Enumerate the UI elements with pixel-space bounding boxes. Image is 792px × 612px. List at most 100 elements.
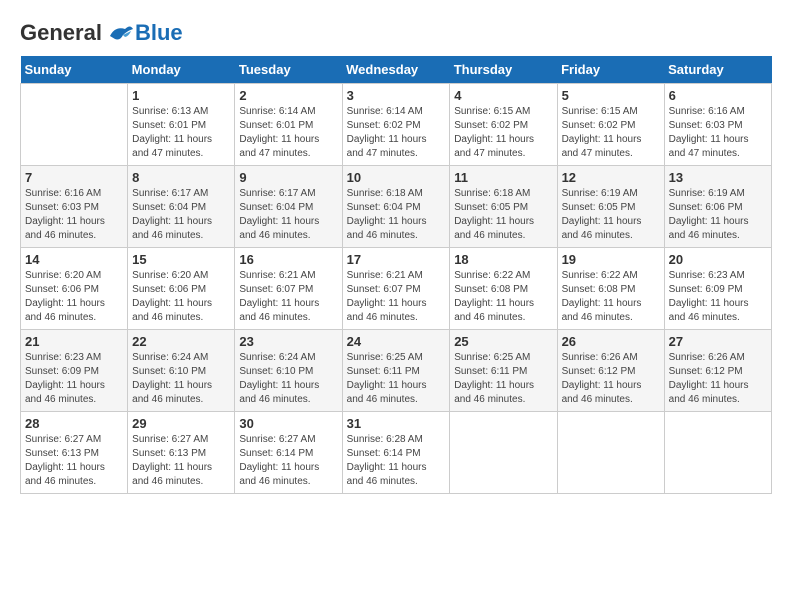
calendar-cell: 8Sunrise: 6:17 AM Sunset: 6:04 PM Daylig… <box>128 166 235 248</box>
day-info: Sunrise: 6:23 AM Sunset: 6:09 PM Dayligh… <box>25 351 123 407</box>
logo-bird-icon <box>105 21 135 46</box>
calendar-week-row: 1Sunrise: 6:13 AM Sunset: 6:01 PM Daylig… <box>21 84 772 166</box>
day-info: Sunrise: 6:17 AM Sunset: 6:04 PM Dayligh… <box>239 187 337 243</box>
day-number: 4 <box>454 88 552 103</box>
calendar-cell: 21 Sunrise: 6:23 AM Sunset: 6:09 PM Dayli… <box>21 330 128 412</box>
day-number: 10 <box>347 170 446 185</box>
calendar-cell: 19Sunrise: 6:22 AM Sunset: 6:08 PM Dayli… <box>557 248 664 330</box>
day-number: 17 <box>347 252 446 267</box>
day-number: 25 <box>454 334 552 349</box>
calendar-cell: 18 Sunrise: 6:22 AM Sunset: 6:08 PM Dayli… <box>450 248 557 330</box>
day-info: Sunrise: 6:25 AM Sunset: 6:11 PM Dayligh… <box>454 351 552 407</box>
calendar-cell: 17 Sunrise: 6:21 AM Sunset: 6:07 PM Dayli… <box>342 248 450 330</box>
calendar-cell: 22 Sunrise: 6:24 AM Sunset: 6:10 PM Dayli… <box>128 330 235 412</box>
calendar-cell: 27 Sunrise: 6:26 AM Sunset: 6:12 PM Dayli… <box>664 330 771 412</box>
day-number: 2 <box>239 88 337 103</box>
calendar-day-header: Monday <box>128 56 235 84</box>
day-number: 11 <box>454 170 552 185</box>
calendar-table: SundayMondayTuesdayWednesdayThursdayFrid… <box>20 56 772 494</box>
day-info: Sunrise: 6:27 AM Sunset: 6:13 PM Dayligh… <box>132 433 230 489</box>
calendar-day-header: Wednesday <box>342 56 450 84</box>
day-info: Sunrise: 6:25 AM Sunset: 6:11 PM Dayligh… <box>347 351 446 407</box>
day-info: Sunrise: 6:17 AM Sunset: 6:04 PM Dayligh… <box>132 187 230 243</box>
day-number: 29 <box>132 416 230 431</box>
calendar-day-header: Friday <box>557 56 664 84</box>
calendar-cell: 9 Sunrise: 6:17 AM Sunset: 6:04 PM Daylig… <box>235 166 342 248</box>
calendar-week-row: 28 Sunrise: 6:27 AM Sunset: 6:13 PM Dayli… <box>21 412 772 494</box>
calendar-cell: 16 Sunrise: 6:21 AM Sunset: 6:07 PM Dayli… <box>235 248 342 330</box>
day-info: Sunrise: 6:27 AM Sunset: 6:13 PM Dayligh… <box>25 433 123 489</box>
day-number: 18 <box>454 252 552 267</box>
day-number: 14 <box>25 252 123 267</box>
day-number: 13 <box>669 170 767 185</box>
calendar-cell <box>557 412 664 494</box>
day-info: Sunrise: 6:22 AM Sunset: 6:08 PM Dayligh… <box>562 269 660 325</box>
day-number: 5 <box>562 88 660 103</box>
calendar-cell: 1Sunrise: 6:13 AM Sunset: 6:01 PM Daylig… <box>128 84 235 166</box>
logo-general-text: General <box>20 20 102 46</box>
calendar-cell: 25 Sunrise: 6:25 AM Sunset: 6:11 PM Dayli… <box>450 330 557 412</box>
day-number: 7 <box>25 170 123 185</box>
day-info: Sunrise: 6:16 AM Sunset: 6:03 PM Dayligh… <box>25 187 123 243</box>
calendar-day-header: Thursday <box>450 56 557 84</box>
day-info: Sunrise: 6:21 AM Sunset: 6:07 PM Dayligh… <box>347 269 446 325</box>
page-header: General Blue <box>20 20 772 46</box>
day-info: Sunrise: 6:24 AM Sunset: 6:10 PM Dayligh… <box>132 351 230 407</box>
calendar-day-header: Tuesday <box>235 56 342 84</box>
calendar-week-row: 7 Sunrise: 6:16 AM Sunset: 6:03 PM Daylig… <box>21 166 772 248</box>
day-info: Sunrise: 6:18 AM Sunset: 6:04 PM Dayligh… <box>347 187 446 243</box>
day-number: 6 <box>669 88 767 103</box>
calendar-cell: 20 Sunrise: 6:23 AM Sunset: 6:09 PM Dayli… <box>664 248 771 330</box>
calendar-cell: 2 Sunrise: 6:14 AM Sunset: 6:01 PM Daylig… <box>235 84 342 166</box>
calendar-cell: 23 Sunrise: 6:24 AM Sunset: 6:10 PM Dayli… <box>235 330 342 412</box>
day-info: Sunrise: 6:26 AM Sunset: 6:12 PM Dayligh… <box>669 351 767 407</box>
day-number: 16 <box>239 252 337 267</box>
calendar-cell: 14 Sunrise: 6:20 AM Sunset: 6:06 PM Dayli… <box>21 248 128 330</box>
day-info: Sunrise: 6:27 AM Sunset: 6:14 PM Dayligh… <box>239 433 337 489</box>
calendar-cell <box>450 412 557 494</box>
day-info: Sunrise: 6:21 AM Sunset: 6:07 PM Dayligh… <box>239 269 337 325</box>
calendar-cell: 12 Sunrise: 6:19 AM Sunset: 6:05 PM Dayli… <box>557 166 664 248</box>
day-info: Sunrise: 6:19 AM Sunset: 6:06 PM Dayligh… <box>669 187 767 243</box>
calendar-cell: 31Sunrise: 6:28 AM Sunset: 6:14 PM Dayli… <box>342 412 450 494</box>
day-number: 12 <box>562 170 660 185</box>
calendar-cell: 10 Sunrise: 6:18 AM Sunset: 6:04 PM Dayli… <box>342 166 450 248</box>
logo: General Blue <box>20 20 183 46</box>
day-info: Sunrise: 6:14 AM Sunset: 6:01 PM Dayligh… <box>239 105 337 161</box>
day-number: 20 <box>669 252 767 267</box>
calendar-day-header: Saturday <box>664 56 771 84</box>
calendar-week-row: 21 Sunrise: 6:23 AM Sunset: 6:09 PM Dayli… <box>21 330 772 412</box>
day-info: Sunrise: 6:16 AM Sunset: 6:03 PM Dayligh… <box>669 105 767 161</box>
calendar-cell: 5Sunrise: 6:15 AM Sunset: 6:02 PM Daylig… <box>557 84 664 166</box>
day-info: Sunrise: 6:22 AM Sunset: 6:08 PM Dayligh… <box>454 269 552 325</box>
logo-blue-text: Blue <box>135 20 183 46</box>
day-info: Sunrise: 6:20 AM Sunset: 6:06 PM Dayligh… <box>132 269 230 325</box>
calendar-cell: 30 Sunrise: 6:27 AM Sunset: 6:14 PM Dayli… <box>235 412 342 494</box>
day-number: 3 <box>347 88 446 103</box>
day-info: Sunrise: 6:19 AM Sunset: 6:05 PM Dayligh… <box>562 187 660 243</box>
day-number: 30 <box>239 416 337 431</box>
day-number: 26 <box>562 334 660 349</box>
day-number: 27 <box>669 334 767 349</box>
day-info: Sunrise: 6:24 AM Sunset: 6:10 PM Dayligh… <box>239 351 337 407</box>
calendar-cell <box>21 84 128 166</box>
day-number: 15 <box>132 252 230 267</box>
day-number: 23 <box>239 334 337 349</box>
calendar-cell: 24Sunrise: 6:25 AM Sunset: 6:11 PM Dayli… <box>342 330 450 412</box>
calendar-cell: 6 Sunrise: 6:16 AM Sunset: 6:03 PM Daylig… <box>664 84 771 166</box>
calendar-cell: 29 Sunrise: 6:27 AM Sunset: 6:13 PM Dayli… <box>128 412 235 494</box>
day-info: Sunrise: 6:20 AM Sunset: 6:06 PM Dayligh… <box>25 269 123 325</box>
calendar-cell: 3 Sunrise: 6:14 AM Sunset: 6:02 PM Daylig… <box>342 84 450 166</box>
day-info: Sunrise: 6:13 AM Sunset: 6:01 PM Dayligh… <box>132 105 230 161</box>
day-info: Sunrise: 6:14 AM Sunset: 6:02 PM Dayligh… <box>347 105 446 161</box>
calendar-cell: 7 Sunrise: 6:16 AM Sunset: 6:03 PM Daylig… <box>21 166 128 248</box>
day-number: 21 <box>25 334 123 349</box>
calendar-cell: 28 Sunrise: 6:27 AM Sunset: 6:13 PM Dayli… <box>21 412 128 494</box>
day-info: Sunrise: 6:23 AM Sunset: 6:09 PM Dayligh… <box>669 269 767 325</box>
day-info: Sunrise: 6:15 AM Sunset: 6:02 PM Dayligh… <box>454 105 552 161</box>
day-number: 9 <box>239 170 337 185</box>
day-number: 22 <box>132 334 230 349</box>
calendar-cell: 15 Sunrise: 6:20 AM Sunset: 6:06 PM Dayli… <box>128 248 235 330</box>
day-number: 28 <box>25 416 123 431</box>
day-number: 31 <box>347 416 446 431</box>
